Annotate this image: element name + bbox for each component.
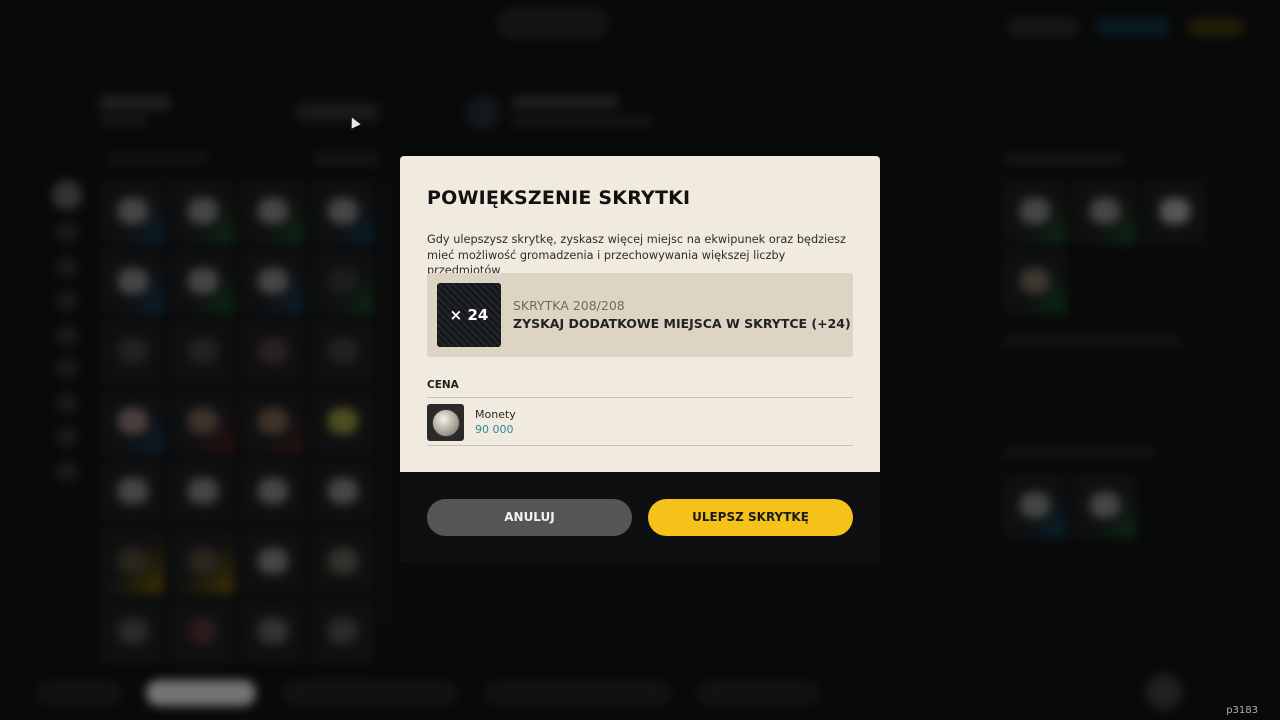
dialog-title: POWIĘKSZENIE SKRYTKI	[427, 187, 691, 209]
divider	[427, 397, 853, 398]
stash-capacity: SKRYTKA 208/208	[513, 298, 625, 313]
stash-label: SKRYTKA	[513, 298, 569, 313]
stash-slots-icon: × 24	[437, 283, 501, 347]
stash-upgrade-dialog: POWIĘKSZENIE SKRYTKI Gdy ulepszysz skryt…	[400, 156, 880, 563]
divider	[427, 445, 853, 446]
price-label: CENA	[427, 379, 459, 391]
coin-icon	[431, 408, 460, 437]
dialog-description: Gdy ulepszysz skrytkę, zyskasz więcej mi…	[427, 233, 846, 277]
slots-count-label: × 24	[449, 306, 489, 324]
upgrade-info-card: × 24 SKRYTKA 208/208 ZYSKAJ DODATKOWE MI…	[427, 273, 853, 357]
currency-amount: 90 000	[475, 423, 514, 436]
upgrade-stash-button[interactable]: ULEPSZ SKRYTKĘ	[648, 499, 853, 536]
dialog-content: POWIĘKSZENIE SKRYTKI Gdy ulepszysz skryt…	[400, 156, 880, 472]
upgrade-benefit: ZYSKAJ DODATKOWE MIEJSCA W SKRYTCE (+24)	[513, 316, 851, 331]
cancel-button[interactable]: ANULUJ	[427, 499, 632, 536]
game-screen: POWIĘKSZENIE SKRYTKI Gdy ulepszysz skryt…	[0, 0, 1280, 720]
stash-count: 208/208	[572, 298, 625, 313]
currency-name: Monety	[475, 408, 516, 421]
currency-icon-frame	[427, 404, 464, 441]
watermark: p3183	[1226, 705, 1258, 716]
